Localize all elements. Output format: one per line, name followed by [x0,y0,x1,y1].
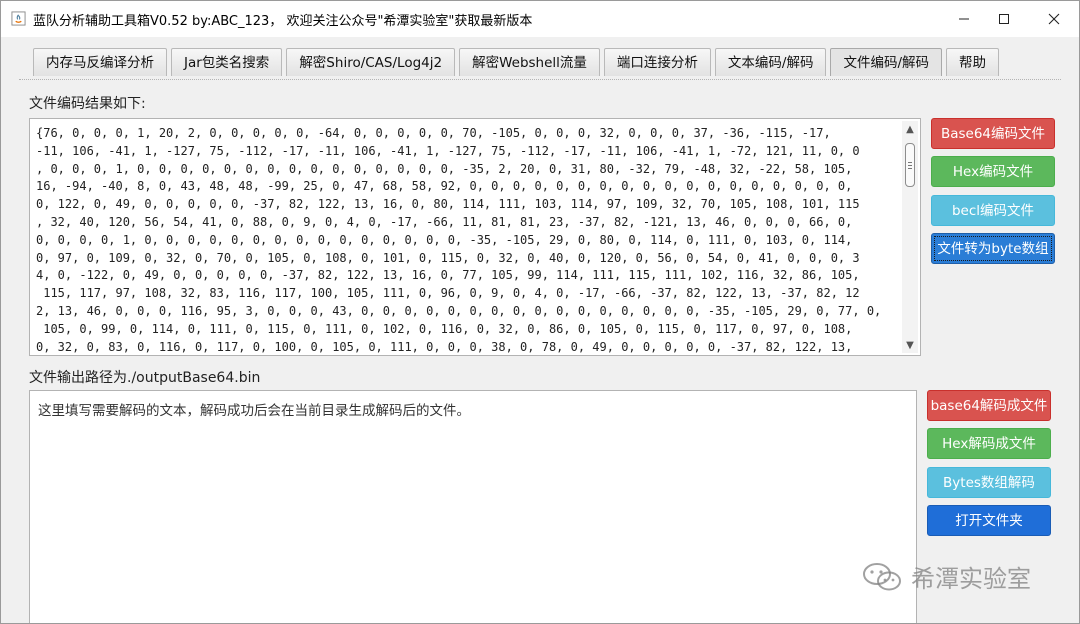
open-folder-button[interactable]: 打开文件夹 [927,505,1051,536]
scroll-thumb[interactable] [905,143,915,187]
result-line: 105, 0, 99, 0, 114, 0, 111, 0, 115, 0, 1… [36,321,853,336]
tab-divider [19,79,1061,80]
result-line: 0, 0, 0, 0, 1, 0, 0, 0, 0, 0, 0, 0, 0, 0… [36,232,853,247]
encode-result-text: {76, 0, 0, 0, 1, 20, 2, 0, 0, 0, 0, 0, -… [36,125,898,355]
close-icon [1048,13,1060,25]
maximize-icon [999,14,1009,24]
result-line: 0, 97, 0, 109, 0, 32, 0, 70, 0, 105, 0, … [36,250,860,265]
result-line: -11, 106, -41, 1, -127, 75, -112, -17, -… [36,143,860,158]
tab-help[interactable]: 帮助 [946,48,1000,76]
scroll-down-icon[interactable]: ▼ [902,337,918,353]
minimize-icon [959,18,969,20]
result-line: 2, 13, 46, 0, 0, 0, 116, 95, 3, 0, 0, 0,… [36,303,882,318]
tab-webshell-traffic[interactable]: 解密Webshell流量 [459,48,600,76]
base64-decode-file-button[interactable]: base64解码成文件 [927,390,1051,421]
result-line: 115, 117, 97, 108, 32, 83, 116, 117, 100… [36,286,860,301]
close-button[interactable] [1031,1,1077,37]
maximize-button[interactable] [981,1,1027,37]
encode-result-textarea[interactable]: {76, 0, 0, 0, 1, 20, 2, 0, 0, 0, 0, 0, -… [29,118,921,356]
result-label: 文件编码结果如下: [29,96,146,112]
java-app-icon [11,11,26,26]
result-line: 0, 32, 0, 83, 0, 116, 0, 117, 0, 100, 0,… [36,339,853,354]
scroll-up-icon[interactable]: ▲ [902,121,918,137]
window-title: 蓝队分析辅助工具箱V0.52 by:ABC_123， 欢迎关注公众号"希潭实验室… [33,14,533,29]
bcel-encode-file-button[interactable]: becl编码文件 [931,195,1055,226]
result-line: , 0, 0, 0, 1, 0, 0, 0, 0, 0, 0, 0, 0, 0,… [36,161,853,176]
watermark-text: 希潭实验室 [911,565,1031,593]
tab-port-analysis[interactable]: 端口连接分析 [603,48,711,76]
result-line: 16, -94, -40, 8, 0, 43, 48, 48, -99, 25,… [36,179,853,194]
tab-file-encode[interactable]: 文件编码/解码 [830,48,943,76]
hex-decode-file-button[interactable]: Hex解码成文件 [927,428,1051,459]
base64-encode-file-button[interactable]: Base64编码文件 [931,118,1055,149]
tab-decrypt-shiro[interactable]: 解密Shiro/CAS/Log4j2 [286,48,456,76]
hex-encode-file-button[interactable]: Hex编码文件 [931,156,1055,187]
bytes-array-decode-button[interactable]: Bytes数组解码 [927,467,1051,498]
decode-input-textarea[interactable]: 这里填写需要解码的文本，解码成功后会在当前目录生成解码后的文件。 [29,390,917,623]
result-line: 4, 0, -122, 0, 49, 0, 0, 0, 0, 0, -37, 8… [36,268,860,283]
output-path-label: 文件输出路径为./outputBase64.bin [29,370,261,386]
title-bar: 蓝队分析辅助工具箱V0.52 by:ABC_123， 欢迎关注公众号"希潭实验室… [1,1,1079,37]
result-line: , 32, 40, 120, 56, 54, 41, 0, 88, 0, 9, … [36,214,853,229]
tab-jar-class-search[interactable]: Jar包类名搜索 [171,48,283,76]
watermark: 希潭实验室 [861,559,1031,594]
tab-memshell-decompile[interactable]: 内存马反编译分析 [33,48,167,76]
result-scrollbar[interactable]: ▲ ▼ [902,121,918,353]
tab-bar: 内存马反编译分析 Jar包类名搜索 解密Shiro/CAS/Log4j2 解密W… [33,48,1003,78]
tab-text-encode[interactable]: 文本编码/解码 [714,48,827,76]
wechat-icon [863,562,901,590]
app-window: 蓝队分析辅助工具箱V0.52 by:ABC_123， 欢迎关注公众号"希潭实验室… [0,0,1080,624]
file-to-byte-array-button[interactable]: 文件转为byte数组 [931,233,1055,264]
result-line: {76, 0, 0, 0, 1, 20, 2, 0, 0, 0, 0, 0, -… [36,126,831,140]
decode-input-placeholder: 这里填写需要解码的文本，解码成功后会在当前目录生成解码后的文件。 [38,403,470,419]
result-line: 0, 122, 0, 49, 0, 0, 0, 0, 0, -37, 82, 1… [36,197,860,212]
